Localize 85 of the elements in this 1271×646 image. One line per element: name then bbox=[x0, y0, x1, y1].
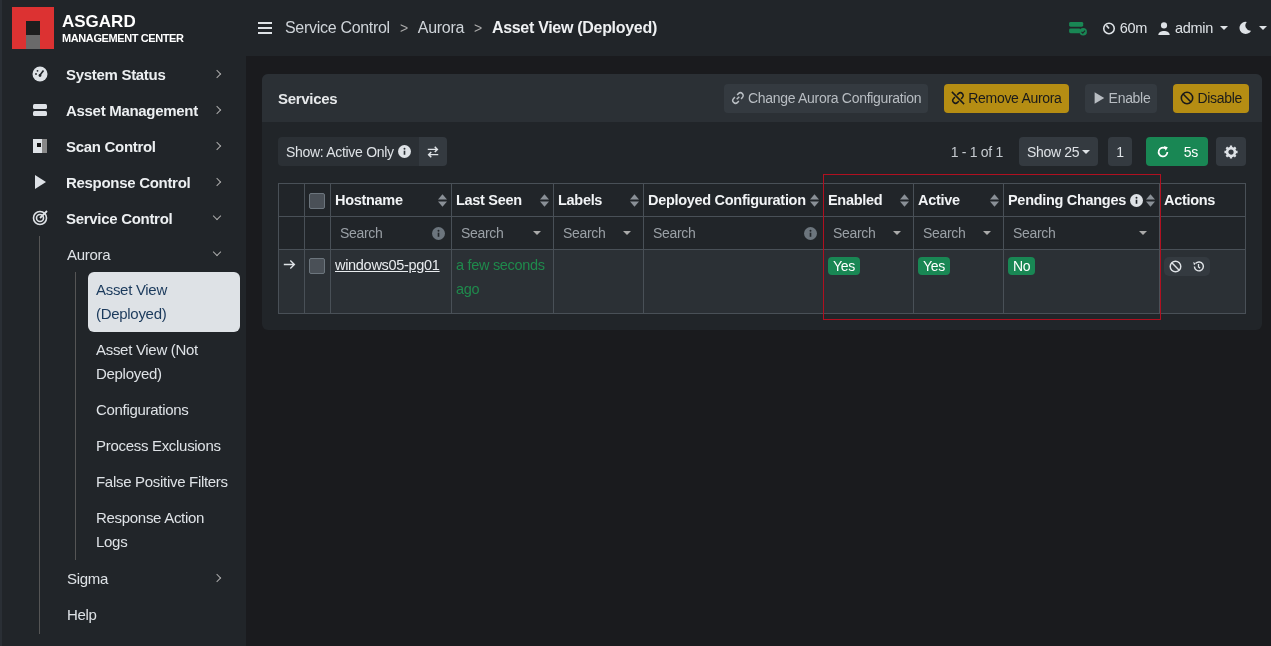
sort-icon bbox=[630, 193, 639, 207]
prohibited-icon bbox=[1180, 91, 1195, 105]
sidebar-item[interactable]: False Positive Filters bbox=[88, 464, 240, 500]
status-badge: No bbox=[1008, 257, 1036, 275]
sidebar-item[interactable]: Service Control bbox=[2, 200, 246, 236]
breadcrumb-link[interactable]: Aurora bbox=[417, 19, 464, 37]
dropdown-caret-icon bbox=[623, 231, 631, 235]
swap-button[interactable] bbox=[418, 137, 447, 166]
sort-icon bbox=[1146, 193, 1155, 207]
server-icon bbox=[32, 102, 48, 118]
refresh-icon bbox=[1155, 144, 1170, 159]
sidebar-item[interactable]: Response Action Logs bbox=[88, 500, 240, 560]
last-seen-text: a few seconds ago bbox=[456, 256, 546, 299]
arrow-right-icon[interactable] bbox=[283, 258, 296, 271]
gauge-icon bbox=[32, 66, 48, 82]
sidebar-item[interactable]: System Status bbox=[2, 56, 246, 92]
dropdown-caret-icon bbox=[1139, 231, 1147, 235]
card-title: Services bbox=[278, 89, 338, 107]
column-header[interactable]: Enabled bbox=[823, 183, 914, 217]
moon-icon bbox=[1238, 21, 1252, 35]
action-button[interactable]: Enable bbox=[1084, 83, 1158, 113]
refresh-timer[interactable]: 60m bbox=[1101, 20, 1147, 36]
sort-icon bbox=[540, 193, 549, 207]
timer-icon bbox=[1101, 21, 1116, 35]
column-header[interactable]: Pending Changes bbox=[1003, 183, 1160, 217]
sidebar-item[interactable]: Asset View (Not Deployed) bbox=[88, 332, 240, 392]
sidebar-item[interactable]: Scan Control bbox=[2, 128, 246, 164]
row-checkbox[interactable] bbox=[309, 258, 325, 275]
info-icon bbox=[1130, 193, 1143, 207]
action-button[interactable]: Change Aurora Configuration bbox=[724, 83, 929, 113]
column-header[interactable]: Last Seen bbox=[451, 183, 554, 217]
target-icon bbox=[32, 210, 48, 226]
select-all-checkbox[interactable] bbox=[309, 192, 325, 209]
refresh-button[interactable]: 5s bbox=[1145, 137, 1208, 166]
action-button[interactable]: Disable bbox=[1173, 83, 1249, 113]
page-button[interactable]: 1 bbox=[1108, 137, 1132, 166]
sidebar-item[interactable]: Process Exclusions bbox=[88, 428, 240, 464]
sidebar-item[interactable]: Asset View (Deployed) bbox=[88, 272, 240, 332]
sidebar-item[interactable]: Asset Management bbox=[2, 92, 246, 128]
sort-icon bbox=[990, 193, 999, 207]
history-icon[interactable] bbox=[1192, 260, 1205, 273]
sidebar-item[interactable]: Aurora bbox=[40, 236, 246, 272]
settings-button[interactable] bbox=[1216, 137, 1246, 166]
prohibited-icon[interactable] bbox=[1169, 260, 1182, 273]
link-icon bbox=[731, 91, 745, 105]
column-header[interactable]: Labels bbox=[553, 183, 644, 217]
breadcrumb-link[interactable]: Service Control bbox=[285, 19, 390, 37]
breadcrumb-separator: > bbox=[399, 20, 408, 36]
status-badge: Yes bbox=[828, 257, 860, 275]
column-header[interactable]: Active bbox=[913, 183, 1004, 217]
sidebar-item[interactable]: Response Control bbox=[2, 164, 246, 200]
menu-icon[interactable] bbox=[258, 22, 272, 34]
play-icon bbox=[32, 174, 48, 190]
info-icon bbox=[397, 145, 411, 158]
page-size-dropdown[interactable]: Show 25 bbox=[1018, 137, 1099, 166]
logo-icon bbox=[12, 7, 54, 49]
dropdown-caret-icon bbox=[983, 231, 991, 235]
column-header[interactable]: Actions bbox=[1159, 183, 1246, 217]
sidebar-item[interactable]: Configurations bbox=[88, 392, 240, 428]
logo-subtitle: MANAGEMENT CENTER bbox=[62, 32, 184, 44]
user-icon bbox=[1157, 21, 1171, 35]
status-badge: Yes bbox=[918, 257, 950, 275]
theme-toggle[interactable] bbox=[1238, 21, 1267, 35]
filter-toggle[interactable]: Show: Active Only bbox=[278, 137, 419, 166]
logo-title: ASGARD bbox=[62, 12, 137, 30]
settings-icon bbox=[1224, 144, 1238, 159]
sidebar-item[interactable]: Help bbox=[40, 596, 246, 632]
pagination-range: 1 - 1 of 1 bbox=[950, 143, 1003, 160]
dropdown-caret-icon bbox=[893, 231, 901, 235]
server-status-icon[interactable] bbox=[1068, 20, 1088, 36]
breadcrumb-separator: > bbox=[474, 20, 482, 36]
scan-icon bbox=[32, 138, 48, 154]
sidebar-item[interactable]: Sigma bbox=[40, 560, 246, 596]
broken-link-icon bbox=[951, 91, 966, 105]
info-icon bbox=[432, 226, 445, 240]
dropdown-caret-icon bbox=[533, 231, 541, 235]
user-menu[interactable]: admin bbox=[1157, 20, 1228, 36]
sort-icon bbox=[810, 193, 819, 207]
sort-icon bbox=[438, 193, 447, 207]
column-header[interactable]: Deployed Configuration bbox=[643, 183, 824, 217]
info-icon bbox=[804, 226, 817, 240]
action-button[interactable]: Remove Aurora bbox=[944, 83, 1069, 113]
column-header[interactable]: Hostname bbox=[330, 183, 452, 217]
sort-icon bbox=[900, 193, 909, 207]
swap-icon bbox=[425, 144, 440, 159]
